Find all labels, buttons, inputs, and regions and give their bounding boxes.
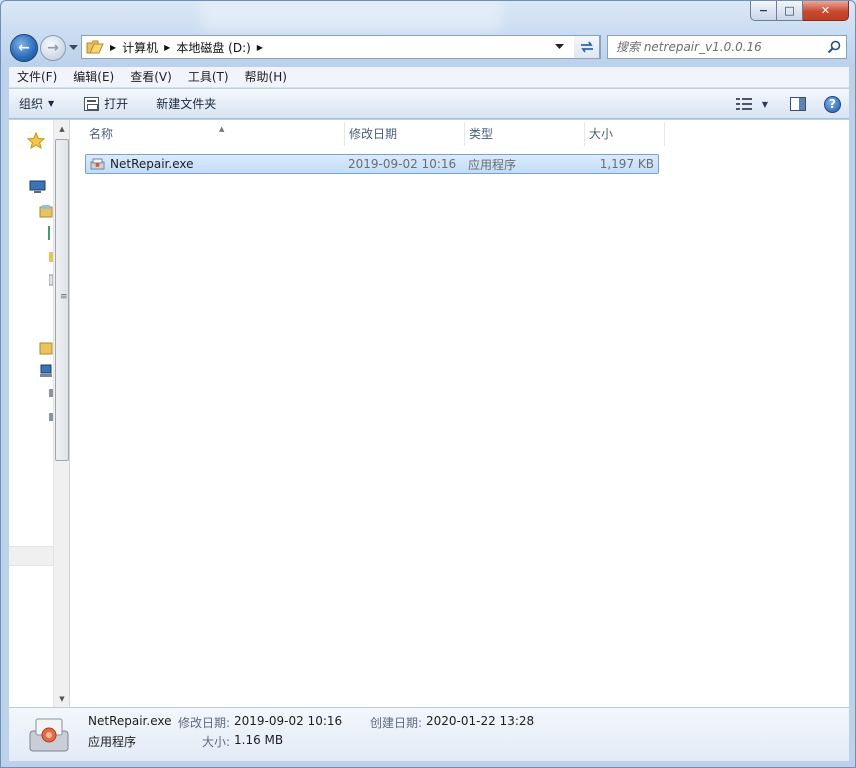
details-created-label: 创建日期:: [370, 716, 423, 730]
file-list[interactable]: 名称 ▲ 修改日期 类型 大小 NetRepair.exe 2019-09-02…: [71, 120, 849, 707]
address-history-dropdown[interactable]: [546, 36, 572, 58]
tree-line: [48, 226, 50, 240]
folder-icon: [86, 40, 104, 54]
chevron-down-icon: ▼: [48, 99, 55, 108]
scrollbar-thumb[interactable]: ≡: [55, 139, 69, 461]
details-file-name: NetRepair.exe: [88, 714, 172, 728]
open-button[interactable]: 打开: [75, 91, 137, 117]
content-area: ▲ ≡ ▼ 名称 ▲ 修改日期 类型 大小 NetRepair.exe 2019…: [9, 120, 849, 707]
search-icon[interactable]: [827, 40, 841, 54]
column-size-label: 大小: [589, 127, 614, 141]
nav-pane-horizontal-scrollbar[interactable]: [9, 546, 53, 566]
scroll-up-arrow-icon[interactable]: ▲: [54, 120, 70, 137]
file-size: 1,197 KB: [599, 157, 654, 171]
table-row[interactable]: NetRepair.exe 2019-09-02 10:16 应用程序 1,19…: [85, 154, 659, 174]
back-button[interactable]: ←: [10, 34, 38, 62]
preview-pane-icon[interactable]: [790, 97, 806, 111]
desktop-icon[interactable]: [29, 180, 47, 194]
minimize-icon: −: [758, 4, 769, 17]
refresh-button[interactable]: [574, 35, 600, 59]
close-button[interactable]: ✕: [803, 1, 849, 21]
menu-edit[interactable]: 编辑(E): [65, 67, 122, 88]
open-label: 打开: [104, 97, 129, 111]
details-pane: NetRepair.exe 修改日期: 2019-09-02 10:16 创建日…: [9, 707, 849, 761]
help-icon[interactable]: ?: [824, 95, 841, 113]
exe-large-icon: [29, 718, 69, 752]
search-input[interactable]: [616, 40, 826, 54]
maximize-icon: □: [784, 4, 795, 17]
chevron-down-icon[interactable]: ▼: [762, 100, 768, 109]
column-modified[interactable]: 修改日期: [345, 122, 465, 146]
new-folder-label: 新建文件夹: [156, 97, 217, 111]
chevron-down-icon: [68, 45, 78, 50]
views-icon: [735, 98, 754, 110]
nav-pane-scrollbar[interactable]: ▲ ≡ ▼: [53, 120, 70, 707]
back-arrow-icon: ←: [18, 40, 30, 56]
breadcrumb-separator[interactable]: ▶: [110, 43, 116, 52]
menu-bar: 文件(F) 编辑(E) 查看(V) 工具(T) 帮助(H): [9, 67, 849, 88]
homegroup-icon[interactable]: [39, 341, 53, 355]
menu-file[interactable]: 文件(F): [9, 67, 65, 88]
menu-help[interactable]: 帮助(H): [237, 67, 295, 88]
close-icon: ✕: [820, 4, 831, 17]
sort-up-icon: ▲: [219, 125, 225, 133]
column-type[interactable]: 类型: [465, 122, 585, 146]
file-modified: 2019-09-02 10:16: [348, 157, 457, 171]
refresh-icon: [580, 41, 593, 53]
column-header: 名称 ▲ 修改日期 类型 大小: [85, 122, 665, 146]
grip-icon: ≡: [60, 292, 68, 302]
menu-tools[interactable]: 工具(T): [180, 67, 237, 88]
explorer-window: − □ ✕ ← → ▶ 计算机 ▶ 本地磁盘 (D:) ▶ 搜索 netrepa…: [0, 0, 856, 768]
recent-pages-dropdown[interactable]: [67, 41, 79, 55]
breadcrumb-separator[interactable]: ▶: [257, 43, 263, 52]
details-size-label: 大小:: [202, 735, 231, 749]
address-bar[interactable]: ▶ 计算机 ▶ 本地磁盘 (D:) ▶: [81, 35, 601, 59]
organize-label: 组织: [19, 97, 44, 111]
search-box[interactable]: [607, 35, 847, 59]
library-icon[interactable]: [39, 204, 53, 218]
computer-icon[interactable]: [39, 364, 53, 378]
details-modified-label: 修改日期:: [178, 716, 231, 730]
column-name[interactable]: 名称 ▲: [85, 122, 345, 146]
column-name-label: 名称: [89, 127, 114, 141]
breadcrumb-drive-d[interactable]: 本地磁盘 (D:): [176, 39, 250, 56]
new-folder-button[interactable]: 新建文件夹: [147, 91, 225, 117]
navigation-pane[interactable]: [9, 120, 53, 707]
forward-arrow-icon: →: [47, 40, 59, 56]
column-modified-label: 修改日期: [349, 127, 398, 141]
change-view-button[interactable]: ▼: [735, 98, 768, 110]
command-bar: 组织 ▼ 打开 新建文件夹 ▼ ?: [9, 89, 849, 119]
details-modified-value: 2019-09-02 10:16: [234, 714, 343, 728]
open-icon: [84, 96, 100, 111]
column-type-label: 类型: [469, 127, 494, 141]
details-size-value: 1.16 MB: [234, 733, 284, 747]
file-type: 应用程序: [468, 157, 517, 172]
details-created-value: 2020-01-22 13:28: [426, 714, 535, 728]
column-size[interactable]: 大小: [585, 122, 665, 146]
forward-button[interactable]: →: [40, 35, 66, 61]
file-name-cell: NetRepair.exe: [86, 157, 342, 171]
menu-view[interactable]: 查看(V): [122, 67, 180, 88]
title-bar[interactable]: [201, 1, 501, 31]
file-name: NetRepair.exe: [110, 157, 194, 171]
scroll-down-arrow-icon[interactable]: ▼: [54, 690, 70, 707]
caption-buttons: − □ ✕: [750, 1, 849, 21]
breadcrumb-separator[interactable]: ▶: [164, 43, 170, 52]
details-file-type: 应用程序: [88, 735, 137, 749]
view-controls: ▼ ?: [735, 92, 841, 116]
breadcrumb-computer[interactable]: 计算机: [122, 39, 158, 56]
maximize-button[interactable]: □: [777, 1, 803, 21]
minimize-button[interactable]: −: [750, 1, 777, 21]
exe-file-icon: [90, 158, 105, 170]
favorites-star-icon[interactable]: [27, 132, 45, 149]
organize-button[interactable]: 组织 ▼: [9, 91, 63, 117]
chevron-down-icon: [554, 44, 564, 49]
navigation-bar: ← → ▶ 计算机 ▶ 本地磁盘 (D:) ▶: [1, 31, 855, 63]
